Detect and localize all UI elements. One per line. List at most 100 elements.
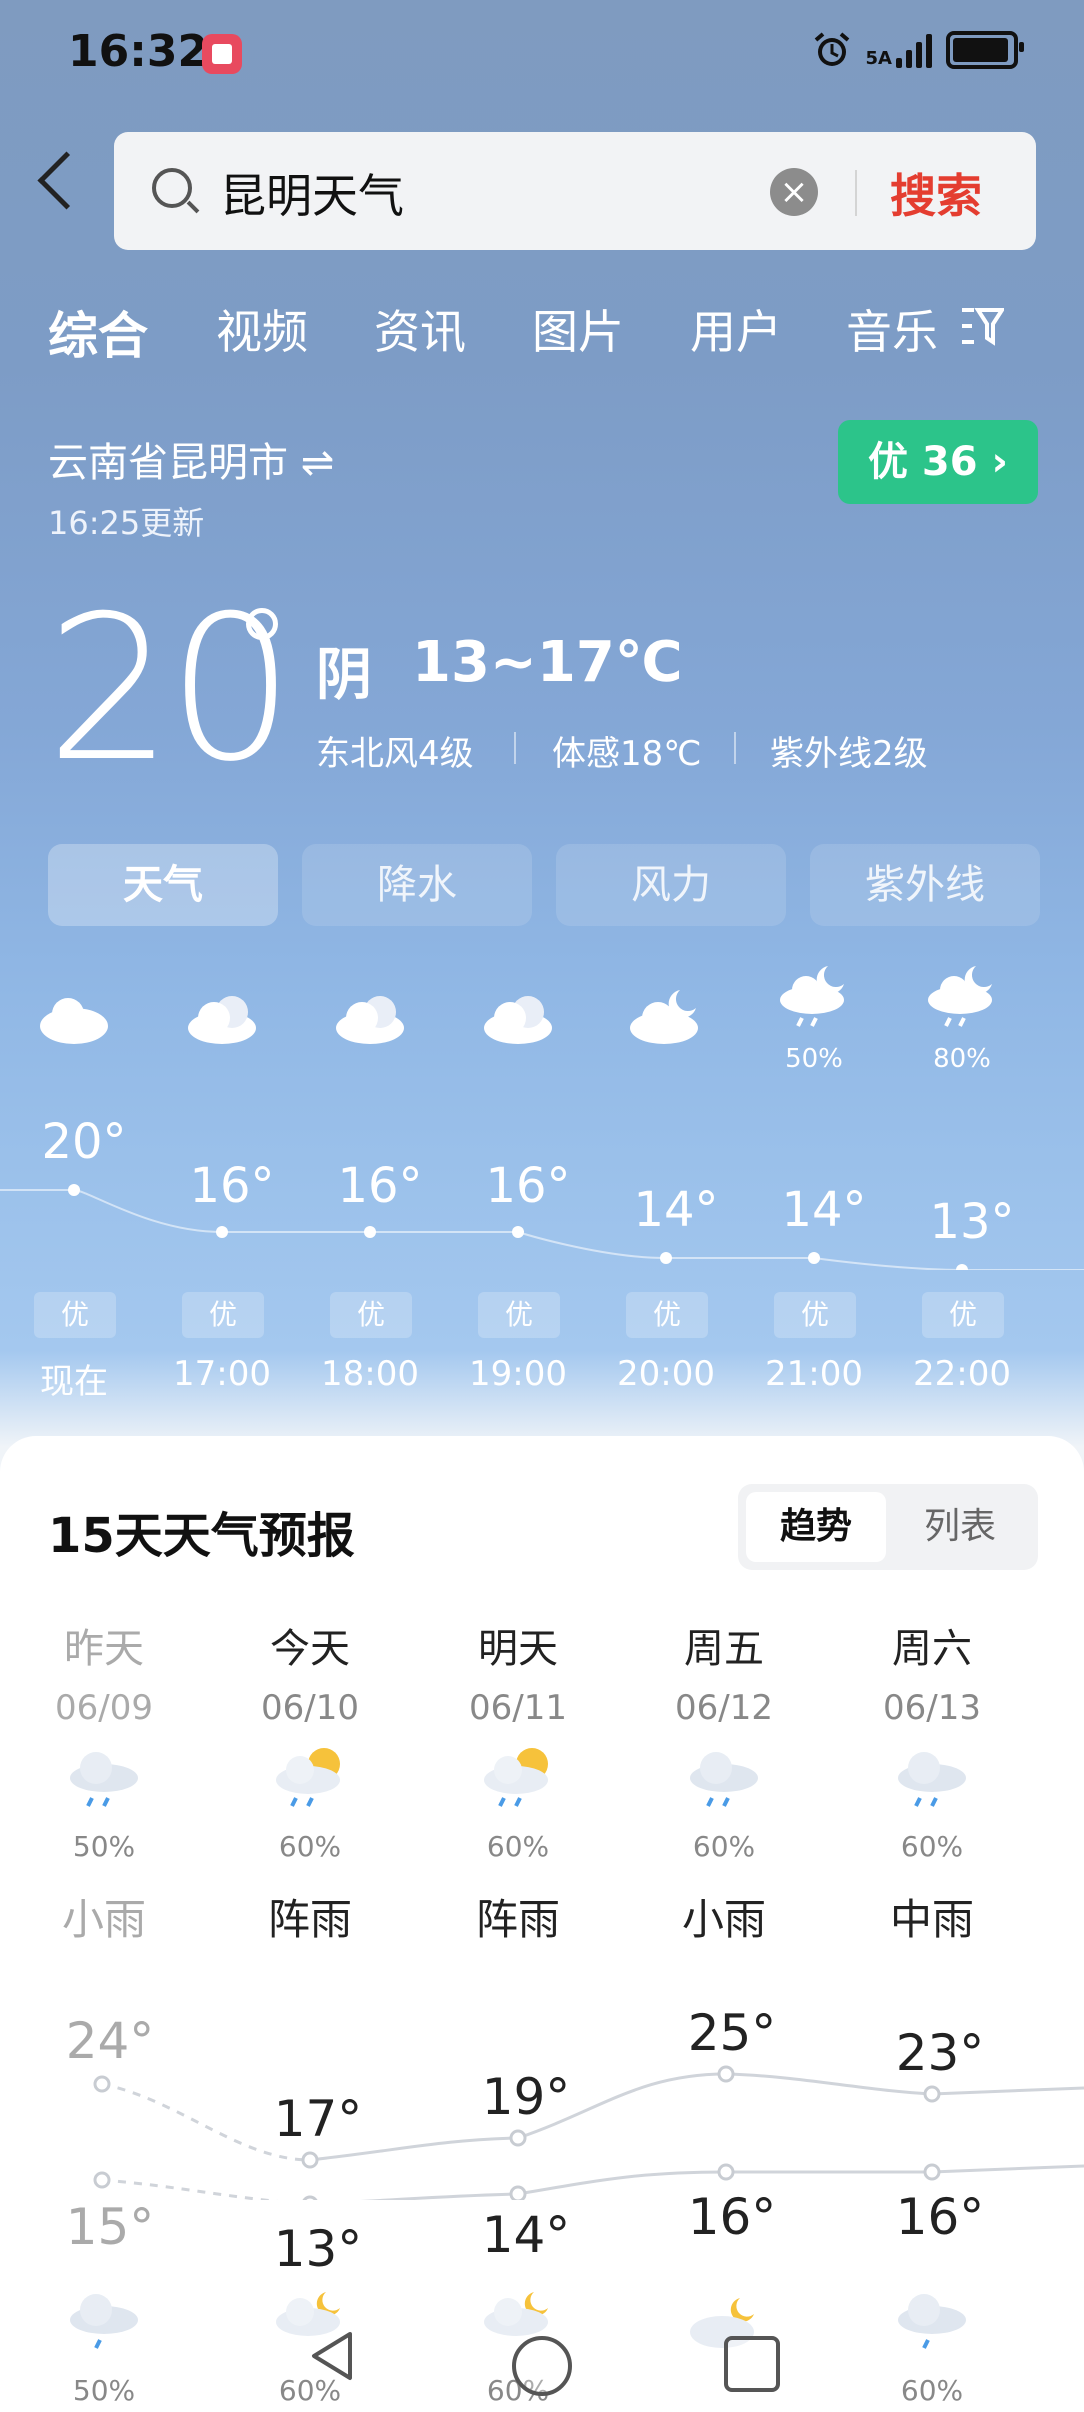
day-high: 19° bbox=[481, 2068, 571, 2126]
cloud-icon bbox=[484, 996, 552, 1044]
temp-range: 13~17℃ bbox=[412, 630, 683, 695]
uv-info: 紫外线2级 bbox=[770, 734, 928, 774]
search-input[interactable]: 昆明天气 bbox=[220, 160, 404, 226]
day-condition: 阵雨 bbox=[475, 1895, 560, 1944]
current-condition: 阴 bbox=[316, 643, 372, 708]
day-name: 周六 bbox=[892, 1626, 972, 1672]
day-name: 昨天 bbox=[64, 1626, 144, 1672]
forecast-day[interactable]: 周五 06/12 bbox=[634, 1616, 814, 1728]
tab-all[interactable]: 综合 bbox=[48, 296, 148, 368]
aq-badge: 优 bbox=[922, 1292, 1004, 1338]
night-pop: 50% bbox=[72, 2374, 136, 2407]
day-high: 23° bbox=[895, 2024, 985, 2082]
night-pop: 60% bbox=[900, 2374, 964, 2407]
updated-time: 16:25更新 bbox=[48, 504, 205, 542]
aq-badge: 优 bbox=[774, 1292, 856, 1338]
signal-icon bbox=[896, 32, 932, 68]
hour-time: 21:00 bbox=[765, 1354, 863, 1394]
search-icon bbox=[152, 168, 192, 208]
day-date: 06/10 bbox=[261, 1688, 359, 1728]
aq-badge: 优 bbox=[182, 1292, 264, 1338]
day-pop: 50% bbox=[72, 1830, 136, 1863]
location-name[interactable]: 云南省昆明市 ⇌ bbox=[48, 430, 334, 488]
rain-cloud-icon bbox=[898, 1752, 966, 1807]
filter-icon[interactable] bbox=[960, 306, 1004, 346]
cloud-icon bbox=[188, 996, 256, 1044]
divider bbox=[734, 732, 736, 764]
day-pop: 60% bbox=[278, 1830, 342, 1863]
tab-news[interactable]: 资讯 bbox=[374, 296, 466, 362]
forecast-day[interactable]: 明天 06/11 bbox=[428, 1616, 608, 1728]
hour-time: 20:00 bbox=[617, 1354, 715, 1394]
hour-time: 17:00 bbox=[173, 1354, 271, 1394]
rain-moon-icon bbox=[928, 966, 992, 1027]
toggle-trend[interactable]: 趋势 bbox=[746, 1492, 886, 1562]
aqi-button[interactable]: 优 36 › bbox=[838, 420, 1038, 504]
day-low: 16° bbox=[895, 2188, 985, 2246]
tab-video[interactable]: 视频 bbox=[216, 296, 308, 362]
nav-back-icon[interactable] bbox=[306, 2330, 358, 2382]
rain-cloud-icon bbox=[690, 1752, 758, 1807]
day-pop: 60% bbox=[486, 1830, 550, 1863]
aq-badge: 优 bbox=[626, 1292, 708, 1338]
nav-recent-icon[interactable] bbox=[724, 2336, 780, 2392]
day-high: 25° bbox=[687, 2004, 777, 2062]
day-name: 周五 bbox=[684, 1626, 764, 1672]
tab-images[interactable]: 图片 bbox=[532, 296, 624, 362]
toggle-list[interactable]: 列表 bbox=[890, 1492, 1030, 1562]
divider bbox=[514, 732, 516, 764]
hour-temp: 14° bbox=[633, 1182, 719, 1238]
day-high: 24° bbox=[65, 2012, 155, 2070]
rain-moon-icon bbox=[780, 966, 844, 1027]
nav-home-icon[interactable] bbox=[512, 2336, 572, 2396]
day-pop: 60% bbox=[692, 1830, 756, 1863]
day-low: 15° bbox=[65, 2198, 155, 2256]
day-date: 06/13 bbox=[883, 1688, 981, 1728]
day-high: 17° bbox=[273, 2090, 363, 2148]
seg-wind[interactable]: 风力 bbox=[556, 844, 786, 926]
back-icon[interactable] bbox=[37, 151, 96, 210]
status-time: 16:32 bbox=[68, 26, 209, 77]
hour-pop: 80% bbox=[933, 1044, 991, 1074]
hour-time: 现在 bbox=[40, 1362, 108, 1402]
search-button[interactable]: 搜索 bbox=[890, 160, 982, 226]
cloud-moon-icon bbox=[630, 990, 698, 1044]
tab-music[interactable]: 音乐 bbox=[846, 296, 938, 362]
forecast-day[interactable]: 周六 06/13 bbox=[842, 1616, 1022, 1728]
day-condition: 阵雨 bbox=[267, 1895, 352, 1944]
tab-users[interactable]: 用户 bbox=[690, 296, 782, 362]
seg-uv[interactable]: 紫外线 bbox=[810, 844, 1040, 926]
forecast-day[interactable]: 今天 06/10 bbox=[220, 1616, 400, 1728]
day-low: 13° bbox=[273, 2220, 363, 2278]
day-pop: 60% bbox=[900, 1830, 964, 1863]
hour-pop: 50% bbox=[785, 1044, 843, 1074]
day-date: 06/09 bbox=[55, 1688, 153, 1728]
seg-precip[interactable]: 降水 bbox=[302, 844, 532, 926]
status-icons: 5A bbox=[812, 30, 1024, 70]
degree-symbol bbox=[246, 608, 278, 640]
wind-info: 东北风4级 bbox=[316, 734, 474, 774]
sun-rain-icon bbox=[276, 1748, 340, 1807]
seg-weather[interactable]: 天气 bbox=[48, 844, 278, 926]
aq-badge: 优 bbox=[330, 1292, 412, 1338]
battery-icon bbox=[946, 31, 1024, 69]
cloud-icon bbox=[336, 996, 404, 1044]
rain-cloud-icon bbox=[70, 2294, 138, 2349]
alarm-icon bbox=[814, 32, 849, 66]
day-date: 06/11 bbox=[469, 1688, 567, 1728]
feels-like: 体感18℃ bbox=[552, 734, 702, 774]
day-condition: 小雨 bbox=[61, 1895, 146, 1944]
clear-icon[interactable]: × bbox=[770, 168, 818, 216]
swap-icon[interactable]: ⇌ bbox=[301, 440, 335, 486]
forecast-day[interactable]: 昨天 06/09 bbox=[14, 1616, 194, 1728]
hour-time: 22:00 bbox=[913, 1354, 1011, 1394]
day-condition: 小雨 bbox=[681, 1895, 766, 1944]
hour-time: 19:00 bbox=[469, 1354, 567, 1394]
day-name: 明天 bbox=[478, 1626, 558, 1672]
hour-temp: 20° bbox=[41, 1114, 127, 1170]
aq-badge: 优 bbox=[34, 1292, 116, 1338]
sun-rain-icon bbox=[484, 1748, 548, 1807]
search-divider bbox=[855, 170, 857, 216]
day-low: 14° bbox=[481, 2206, 571, 2264]
aq-badge: 优 bbox=[478, 1292, 560, 1338]
